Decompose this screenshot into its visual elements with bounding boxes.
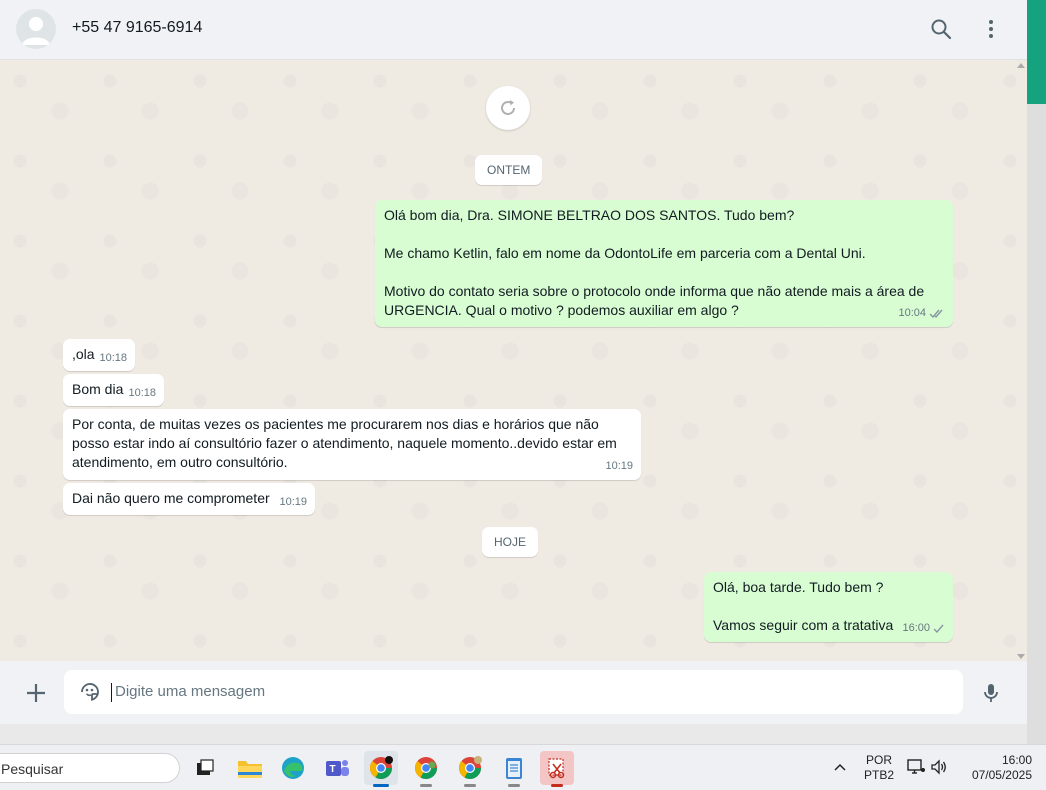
chrome-profile-icon[interactable] — [453, 751, 487, 787]
attach-plus-icon[interactable] — [24, 681, 48, 705]
window-edge — [1027, 104, 1046, 744]
contact-name[interactable]: +55 47 9165-6914 — [72, 19, 202, 37]
microphone-icon[interactable] — [979, 681, 1003, 705]
running-indicator — [464, 784, 476, 787]
message-line: posso estar indo aí consultório fazer o … — [72, 435, 617, 451]
notepad-icon[interactable] — [497, 751, 531, 787]
whatsapp-window: +55 47 9165-6914 ONTEM Olá bom dia, Dra.… — [0, 0, 1027, 724]
input-language[interactable]: POR PTB2 — [864, 753, 894, 783]
edge-browser-icon[interactable] — [276, 751, 310, 785]
message-bubble-incoming[interactable]: ,ola 10:18 — [63, 339, 135, 371]
message-line: URGENCIA. Qual o motivo ? podemos auxili… — [384, 302, 739, 318]
menu-dots-icon[interactable] — [979, 17, 1003, 41]
sticker-icon[interactable] — [78, 680, 102, 704]
message-time: 16:00 — [902, 622, 930, 634]
keyboard-layout: PTB2 — [864, 768, 895, 782]
contact-avatar[interactable] — [16, 9, 56, 49]
clock[interactable]: 16:00 07/05/2025 — [962, 753, 1032, 783]
message-line: atendimento, em outro consultório. — [72, 454, 288, 470]
message-meta: 10:19 — [279, 493, 307, 512]
network-icon[interactable] — [906, 758, 926, 781]
active-indicator — [373, 784, 389, 787]
message-bubble-outgoing[interactable]: Olá bom dia, Dra. SIMONE BELTRAO DOS SAN… — [375, 200, 953, 327]
snipping-tool-icon[interactable] — [540, 751, 574, 787]
double-check-icon — [929, 309, 943, 319]
message-line: Dai não quero me comprometer — [72, 490, 270, 506]
message-line — [384, 263, 944, 282]
tray-expand-chevron-icon[interactable] — [832, 760, 848, 781]
text-cursor — [111, 683, 112, 702]
message-time: 10:18 — [128, 387, 156, 399]
message-time: 10:19 — [279, 496, 307, 508]
chrome-profile-icon[interactable] — [409, 751, 443, 787]
scroll-up-arrow[interactable] — [1017, 63, 1025, 68]
message-meta: 10:19 — [605, 457, 633, 476]
message-time: 10:18 — [99, 352, 127, 364]
clock-date: 07/05/2025 — [971, 768, 1032, 782]
chrome-icon-active[interactable] — [364, 751, 398, 787]
message-bubble-outgoing[interactable]: Olá, boa tarde. Tudo bem ? Vamos seguir … — [704, 572, 953, 642]
message-list[interactable]: ONTEM Olá bom dia, Dra. SIMONE BELTRAO D… — [0, 61, 1027, 661]
date-separator: ONTEM — [475, 155, 543, 185]
load-older-button[interactable] — [486, 86, 530, 130]
running-indicator — [508, 784, 520, 787]
task-view-icon[interactable] — [188, 751, 222, 785]
file-explorer-icon[interactable] — [233, 751, 267, 785]
side-panel-edge — [1027, 0, 1046, 104]
svg-text:T: T — [330, 764, 336, 775]
message-meta: 10:18 — [99, 349, 127, 368]
message-time: 10:19 — [605, 460, 633, 472]
message-input-placeholder: Digite uma mensagem — [115, 683, 266, 700]
message-meta: 10:04 — [898, 304, 945, 323]
message-bubble-incoming[interactable]: Dai não quero me comprometer 10:19 — [63, 483, 315, 515]
message-line: Olá, boa tarde. Tudo bem ? — [713, 579, 884, 595]
running-indicator — [420, 784, 432, 787]
refresh-icon — [501, 100, 515, 115]
message-line — [384, 225, 944, 244]
message-line: Por conta, de muitas vezes os pacientes … — [72, 416, 599, 432]
search-icon[interactable] — [929, 17, 953, 41]
avatar-placeholder-icon — [22, 17, 50, 45]
taskbar-search-placeholder: Pesquisar — [1, 761, 64, 777]
message-meta: 16:00 — [902, 619, 945, 638]
message-line: Motivo do contato seria sobre o protocol… — [384, 283, 925, 299]
message-meta: 10:18 — [128, 384, 156, 403]
chat-header: +55 47 9165-6914 — [0, 0, 1027, 60]
message-line: Me chamo Ketlin, falo em nome da OdontoL… — [384, 245, 866, 261]
taskbar-search[interactable]: Pesquisar — [0, 753, 180, 783]
message-line — [713, 597, 944, 616]
message-composer: Digite uma mensagem — [0, 661, 1027, 724]
message-line: Olá bom dia, Dra. SIMONE BELTRAO DOS SAN… — [384, 207, 795, 223]
single-check-icon — [933, 624, 944, 634]
date-separator: HOJE — [482, 527, 539, 557]
active-indicator — [551, 784, 563, 787]
teams-icon[interactable]: T — [320, 751, 354, 785]
message-time: 10:04 — [898, 307, 926, 319]
volume-icon[interactable] — [930, 759, 948, 780]
language-code: POR — [865, 753, 892, 767]
clock-time: 16:00 — [1001, 753, 1032, 767]
message-input[interactable]: Digite uma mensagem — [64, 670, 963, 714]
windows-taskbar: Pesquisar T POR PTB2 16:00 07/05/2025 — [0, 744, 1046, 790]
message-bubble-incoming[interactable]: Bom dia 10:18 — [63, 374, 164, 406]
message-bubble-incoming[interactable]: Por conta, de muitas vezes os pacientes … — [63, 409, 641, 480]
scroll-down-arrow[interactable] — [1017, 654, 1025, 659]
